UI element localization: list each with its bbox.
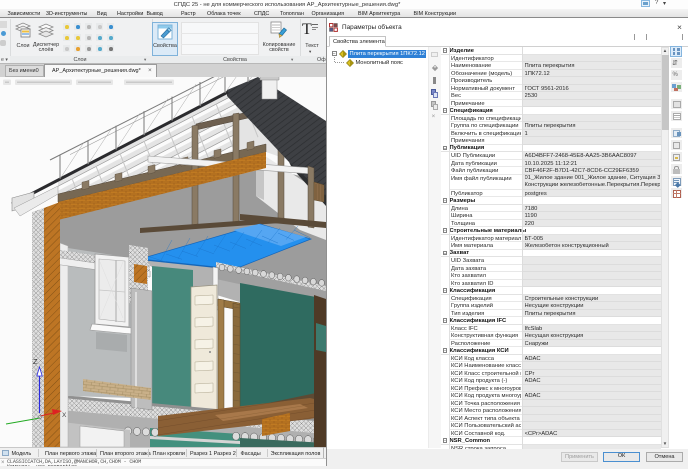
svg-text:Z: Z (33, 357, 38, 366)
svg-text:X: X (62, 412, 67, 419)
